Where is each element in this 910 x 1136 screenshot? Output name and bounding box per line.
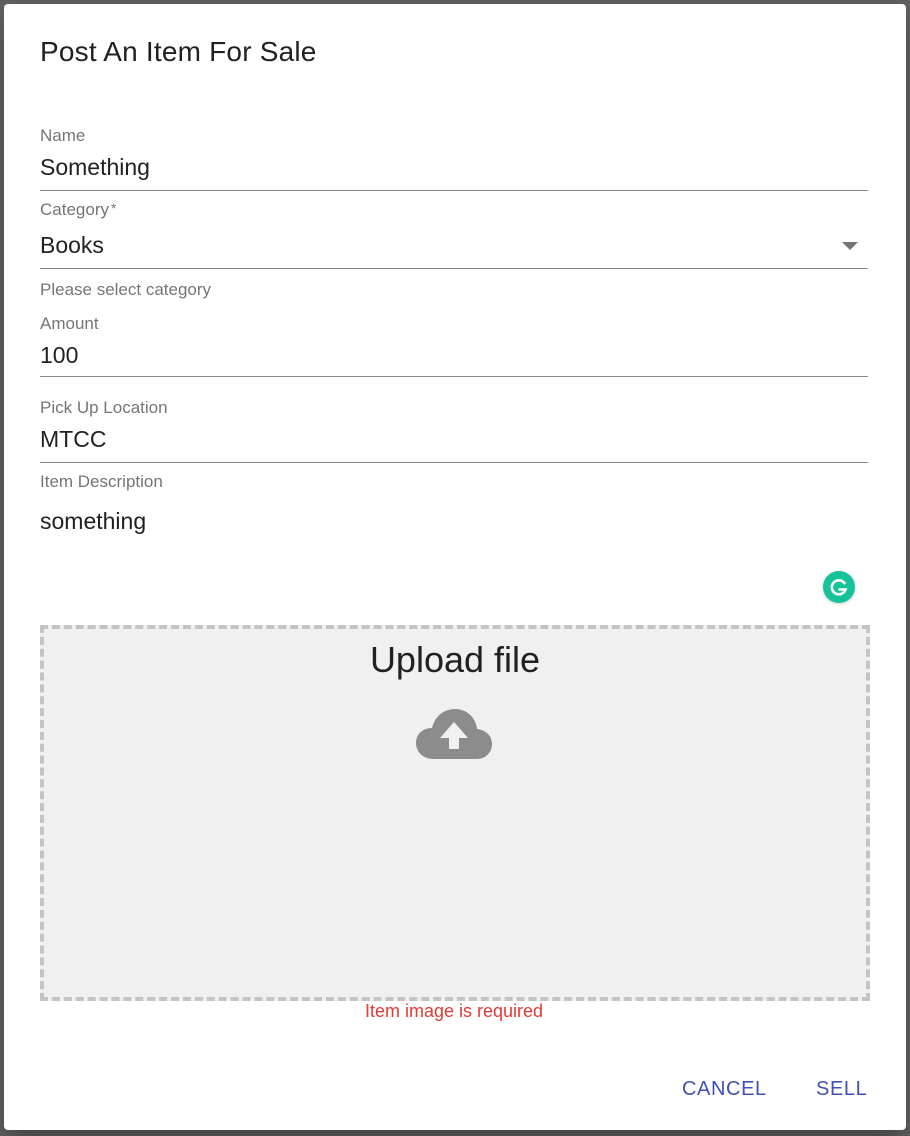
amount-underline [40, 376, 868, 377]
pickup-location-field[interactable]: Pick Up Location MTCC [40, 396, 868, 466]
name-field[interactable]: Name Something [40, 124, 868, 194]
required-asterisk: * [110, 200, 117, 216]
item-description-field[interactable]: Item Description something [40, 470, 868, 610]
upload-title: Upload file [369, 639, 541, 680]
name-label: Name [40, 126, 86, 145]
name-underline [40, 190, 868, 191]
upload-error-message: Item image is required [364, 1001, 544, 1021]
category-underline [40, 268, 868, 269]
category-selected-value[interactable]: Books [40, 232, 104, 259]
category-select[interactable]: Category * Books [40, 198, 868, 270]
dialog-title: Post An Item For Sale [40, 36, 317, 67]
amount-field[interactable]: Amount 100 [40, 312, 868, 382]
grammarly-icon[interactable] [823, 571, 855, 603]
amount-input[interactable]: 100 [40, 342, 78, 369]
category-helper-text: Please select category [40, 280, 212, 299]
item-description-textarea[interactable]: something [40, 508, 146, 535]
category-label: Category * [40, 200, 116, 220]
cancel-button[interactable]: CANCEL [682, 1078, 767, 1101]
pickup-location-underline [40, 462, 868, 463]
sell-button[interactable]: SELL [816, 1078, 867, 1101]
name-input[interactable]: Something [40, 154, 150, 181]
chevron-down-icon[interactable] [842, 242, 858, 250]
cloud-upload-icon [416, 709, 492, 759]
upload-dropzone[interactable]: Upload file [40, 625, 870, 1001]
category-label-text: Category [40, 200, 109, 219]
pickup-location-label: Pick Up Location [40, 398, 168, 417]
item-description-label: Item Description [40, 472, 163, 491]
amount-label: Amount [40, 314, 99, 333]
pickup-location-input[interactable]: MTCC [40, 426, 106, 453]
post-item-dialog: Post An Item For Sale Name Something Cat… [4, 4, 906, 1130]
